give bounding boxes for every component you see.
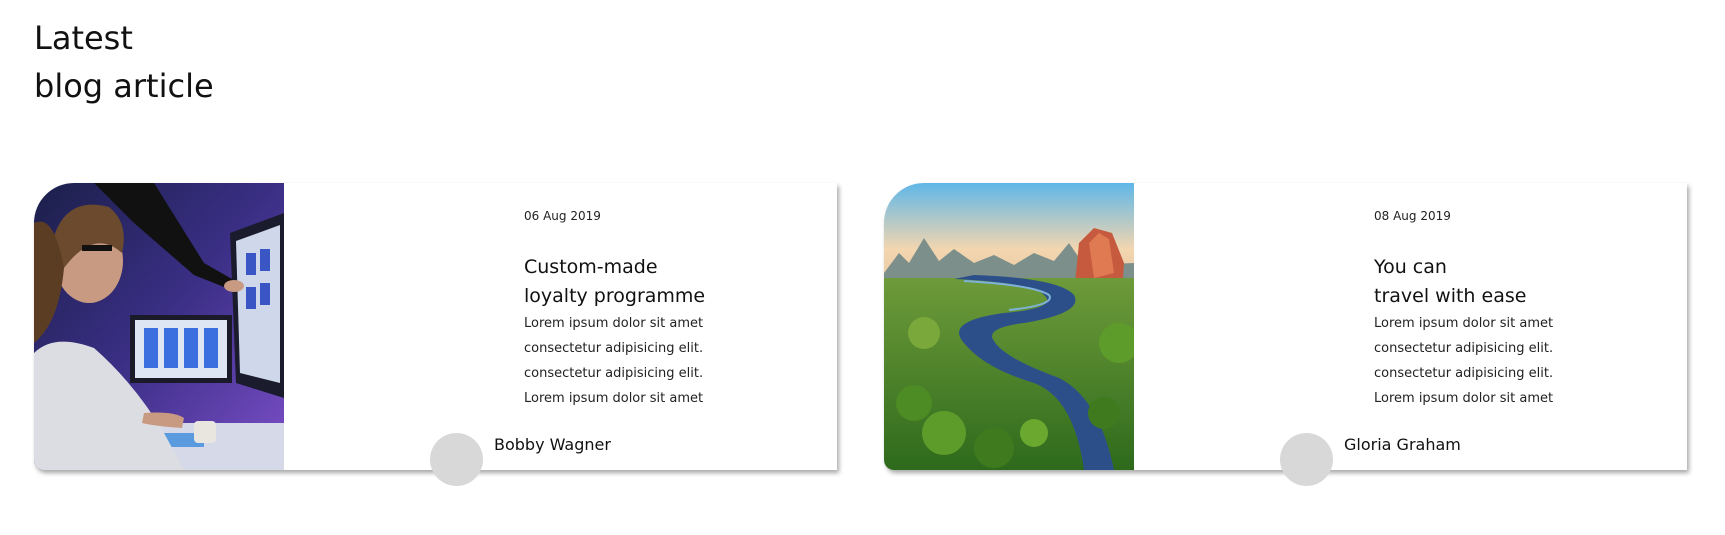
author-avatar <box>1280 433 1333 486</box>
post-title-line-2: travel with ease <box>1374 285 1527 307</box>
blog-card-image[interactable] <box>34 183 284 470</box>
excerpt-line: Lorem ipsum dolor sit amet <box>1374 391 1554 406</box>
section-title: Latest blog article <box>34 14 214 110</box>
blog-card[interactable]: 06 Aug 2019 Custom-made loyalty programm… <box>34 183 837 486</box>
excerpt-line: Lorem ipsum dolor sit amet <box>524 316 704 331</box>
post-excerpt: Lorem ipsum dolor sit amet consectetur a… <box>524 311 814 411</box>
post-excerpt: Lorem ipsum dolor sit amet consectetur a… <box>1374 311 1664 411</box>
excerpt-line: consectetur adipisicing elit. <box>524 341 704 356</box>
post-date: 08 Aug 2019 <box>1374 209 1451 223</box>
excerpt-line: consectetur adipisicing elit. <box>524 366 704 381</box>
author-avatar <box>430 433 483 486</box>
blog-section: Latest blog article 06 Aug 2019 Custom-m… <box>0 0 1725 535</box>
post-title-line-1: Custom-made <box>524 256 658 278</box>
excerpt-line: Lorem ipsum dolor sit amet <box>1374 316 1554 331</box>
excerpt-line: Lorem ipsum dolor sit amet <box>524 391 704 406</box>
post-title-line-2: loyalty programme <box>524 285 706 307</box>
post-title-line-1: You can <box>1374 256 1447 278</box>
excerpt-line: consectetur adipisicing elit. <box>1374 341 1554 356</box>
section-title-line-1: Latest <box>34 19 133 57</box>
post-title[interactable]: You can travel with ease <box>1374 253 1664 311</box>
blog-card-image[interactable] <box>884 183 1134 470</box>
excerpt-line: consectetur adipisicing elit. <box>1374 366 1554 381</box>
section-title-line-2: blog article <box>34 67 214 105</box>
author-name[interactable]: Gloria Graham <box>1344 435 1461 454</box>
post-title[interactable]: Custom-made loyalty programme <box>524 253 814 311</box>
author-name[interactable]: Bobby Wagner <box>494 435 611 454</box>
post-date: 06 Aug 2019 <box>524 209 601 223</box>
blog-card[interactable]: 08 Aug 2019 You can travel with ease Lor… <box>884 183 1687 486</box>
